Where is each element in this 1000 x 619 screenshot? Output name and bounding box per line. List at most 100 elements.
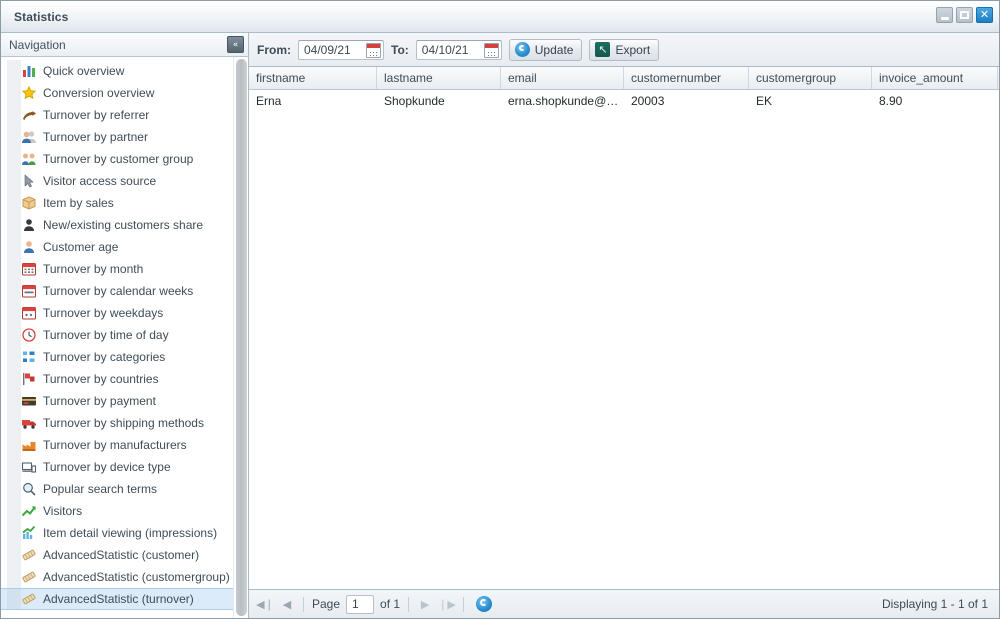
tree-connector (7, 412, 21, 434)
close-button[interactable]: ✕ (976, 7, 993, 23)
flag-icon (21, 371, 39, 387)
tree-connector (7, 456, 21, 478)
prev-page-button[interactable]: ◀ (279, 596, 295, 612)
sidebar-item[interactable]: AdvancedStatistic (turnover) (1, 588, 233, 610)
grid-header-row: firstname lastname email customernumber cust… (249, 67, 999, 90)
tree-connector (7, 236, 21, 258)
sidebar-item[interactable]: Turnover by time of day (1, 324, 233, 346)
tree-connector (7, 390, 21, 412)
page-number-input[interactable]: 1 (346, 594, 375, 614)
package-box-icon (21, 195, 39, 211)
sidebar-item[interactable]: Turnover by shipping methods (1, 412, 233, 434)
user-silhouette-icon (21, 217, 39, 233)
navigation-list: Quick overview Conversion overview Turnove… (1, 57, 233, 618)
sidebar-item[interactable]: Turnover by customer group (1, 148, 233, 170)
sidebar-item[interactable]: Turnover by partner (1, 126, 233, 148)
chart-growth-icon (21, 525, 39, 541)
sidebar-item[interactable]: Visitors (1, 500, 233, 522)
tree-connector (7, 302, 21, 324)
page-label: Page (312, 597, 341, 611)
to-date-value: 04/10/21 (421, 42, 469, 57)
calendar-icon[interactable] (366, 42, 381, 58)
last-page-button[interactable]: ❘▶ (438, 596, 456, 612)
sidebar-item[interactable]: AdvancedStatistic (customergroup) (1, 566, 233, 588)
sidebar-item[interactable]: Turnover by device type (1, 456, 233, 478)
tree-connector (7, 192, 21, 214)
minimize-button[interactable] (936, 7, 953, 23)
tree-connector (7, 589, 21, 609)
navigation-panel: Navigation « Quick overview Conversion ov… (1, 33, 249, 618)
first-page-button[interactable]: ◀❘ (256, 596, 274, 612)
sidebar-item-label: Visitor access source (43, 174, 157, 188)
sidebar-item-label: Turnover by shipping methods (43, 416, 204, 430)
sidebar-item[interactable]: Turnover by manufacturers (1, 434, 233, 456)
cursor-arrow-icon (21, 173, 39, 189)
table-row[interactable]: Erna Shopkunde erna.shopkunde@b… 20003 EK 8.9… (249, 90, 999, 111)
sidebar-item-label: AdvancedStatistic (customergroup) (43, 570, 230, 584)
pager-status-text: Displaying 1 - 1 of 1 (881, 597, 988, 611)
sidebar-item[interactable]: Quick overview (1, 60, 233, 82)
next-page-button[interactable]: ▶ (417, 596, 433, 612)
navigation-scrollbar[interactable] (233, 57, 248, 618)
category-tree-icon (21, 349, 39, 365)
calendar-week-icon (21, 283, 39, 299)
tree-connector (7, 368, 21, 390)
sidebar-item[interactable]: Turnover by referrer (1, 104, 233, 126)
export-button[interactable]: ↖ Export (589, 38, 660, 61)
sidebar-item-label: AdvancedStatistic (customer) (43, 548, 200, 562)
collapse-panel-button[interactable]: « (227, 36, 244, 53)
sidebar-item[interactable]: Turnover by countries (1, 368, 233, 390)
minimize-icon (940, 16, 949, 20)
column-header-lastname[interactable]: lastname (377, 67, 501, 89)
pagination-toolbar: ◀❘ ◀ Page 1 of 1 ▶ ❘▶ Displaying 1 - 1 o… (249, 590, 999, 618)
column-header-email[interactable]: email (501, 67, 624, 89)
navigation-scrollbar-thumb[interactable] (236, 59, 247, 616)
clock-icon (21, 327, 39, 343)
to-date-field[interactable]: 04/10/21 (415, 39, 502, 60)
tree-connector (7, 148, 21, 170)
sidebar-item[interactable]: AdvancedStatistic (customer) (1, 544, 233, 566)
magnifier-icon (21, 481, 39, 497)
cell-email: erna.shopkunde@b… (508, 93, 624, 108)
sidebar-item[interactable]: Item by sales (1, 192, 233, 214)
cell-customergroup: EK (756, 93, 773, 108)
export-icon: ↖ (595, 42, 611, 57)
tree-connector (7, 324, 21, 346)
sidebar-item[interactable]: Visitor access source (1, 170, 233, 192)
sidebar-item[interactable]: Turnover by payment (1, 390, 233, 412)
column-header-customernumber[interactable]: customernumber (624, 67, 749, 89)
column-header-firstname[interactable]: firstname (249, 67, 377, 89)
sidebar-item[interactable]: Item detail viewing (impressions) (1, 522, 233, 544)
sidebar-item[interactable]: Conversion overview (1, 82, 233, 104)
pager-refresh-button[interactable] (476, 596, 493, 612)
ticket-icon (21, 591, 39, 607)
cell-customernumber: 20003 (631, 93, 665, 108)
sidebar-item-label: Popular search terms (43, 482, 158, 496)
column-header-customergroup[interactable]: customergroup (749, 67, 872, 89)
sidebar-item[interactable]: Turnover by weekdays (1, 302, 233, 324)
from-date-field[interactable]: 04/09/21 (298, 39, 384, 60)
sidebar-item[interactable]: Turnover by calendar weeks (1, 280, 233, 302)
column-header-invoice_amount[interactable]: invoice_amount (872, 67, 998, 89)
sidebar-item[interactable]: Customer age (1, 236, 233, 258)
sidebar-item[interactable]: Turnover by categories (1, 346, 233, 368)
refresh-icon (514, 42, 530, 57)
sidebar-item[interactable]: Popular search terms (1, 478, 233, 500)
ticket-icon (21, 569, 39, 585)
maximize-button[interactable] (956, 7, 973, 23)
calendar-month-icon (21, 261, 39, 277)
sidebar-item-label: Visitors (43, 504, 83, 518)
tree-connector (7, 544, 21, 566)
sidebar-item[interactable]: Turnover by month (1, 258, 233, 280)
calendar-day-icon (21, 305, 39, 321)
sidebar-item-label: Turnover by partner (43, 130, 148, 144)
cell-invoice_amount: 8.90 (879, 93, 903, 108)
sidebar-item[interactable]: New/existing customers share (1, 214, 233, 236)
update-button[interactable]: Update (508, 38, 583, 61)
maximize-icon (960, 11, 969, 19)
tree-connector (7, 258, 21, 280)
from-date-value: 04/09/21 (304, 42, 351, 57)
bar-chart-icon (21, 63, 39, 79)
calendar-icon[interactable] (483, 42, 499, 58)
sidebar-item-label: Quick overview (43, 64, 125, 78)
